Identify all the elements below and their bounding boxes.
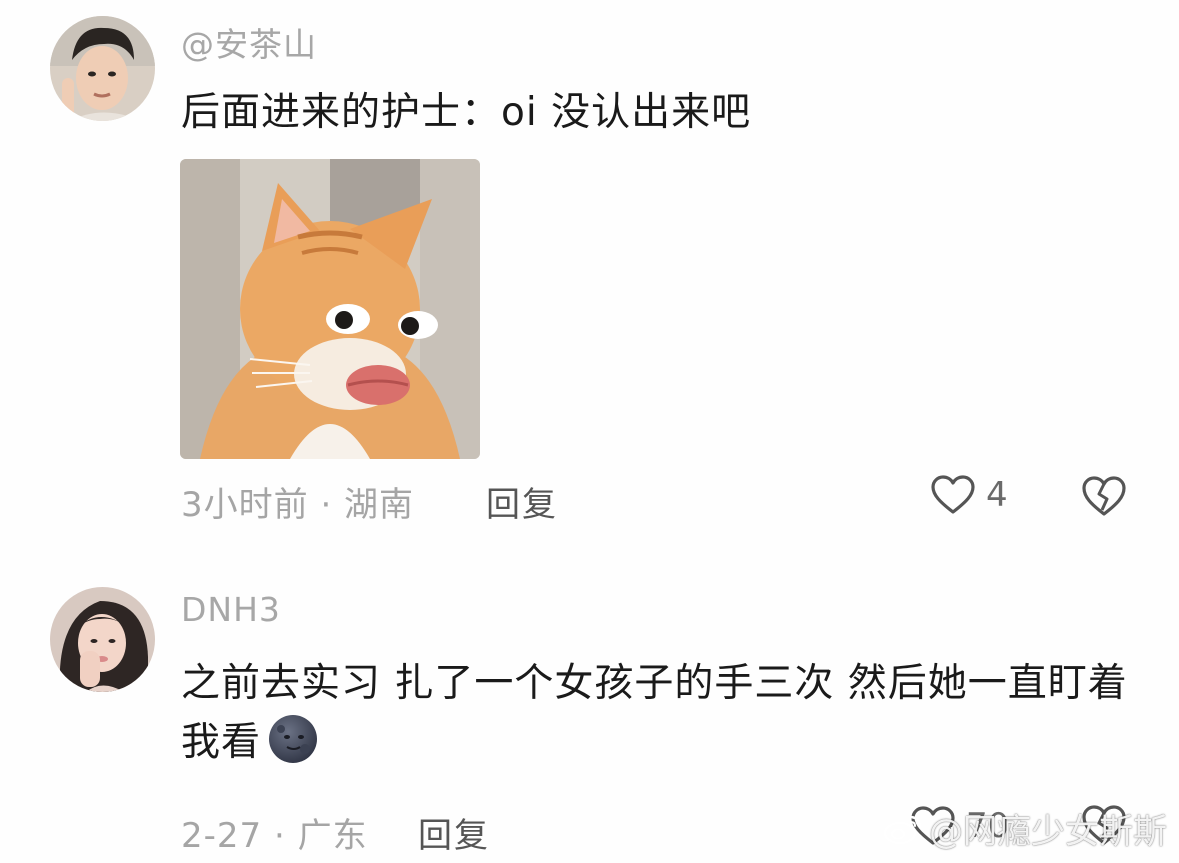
comment-meta: 3小时前 · 湖南 — [181, 485, 415, 525]
avatar[interactable] — [50, 16, 155, 121]
avatar[interactable] — [50, 587, 155, 692]
heart-icon — [931, 475, 975, 514]
watermark: @网瘾少女斯斯 — [883, 804, 1167, 853]
comment-list: @安茶山 后面进来的护士：oi 没认出来吧 3小时前 · 湖南 回复 4 DNH… — [0, 0, 1179, 863]
new-moon-face-emoji-icon — [269, 715, 318, 763]
broken-heart-icon — [1082, 476, 1126, 516]
dislike-button[interactable] — [1080, 474, 1128, 518]
reply-button[interactable]: 回复 — [418, 808, 490, 857]
like-count: 4 — [986, 475, 1008, 515]
comment-image[interactable] — [180, 159, 480, 459]
comment-text: 之前去实习 扎了一个女孩子的手三次 然后她一直盯着我看 — [181, 654, 1141, 772]
comment-text-body: 之前去实习 扎了一个女孩子的手三次 然后她一直盯着我看 — [181, 661, 1128, 765]
username[interactable]: @安茶山 — [181, 18, 317, 66]
like-button[interactable]: 4 — [930, 474, 1008, 516]
weibo-logo-icon — [883, 815, 922, 844]
username[interactable]: DNH3 — [181, 590, 281, 629]
comment-meta: 2-27 · 广东 — [181, 816, 368, 856]
comment-text: 后面进来的护士：oi 没认出来吧 — [181, 90, 752, 135]
reply-button[interactable]: 回复 — [486, 477, 558, 526]
watermark-text: @网瘾少女斯斯 — [929, 812, 1167, 852]
